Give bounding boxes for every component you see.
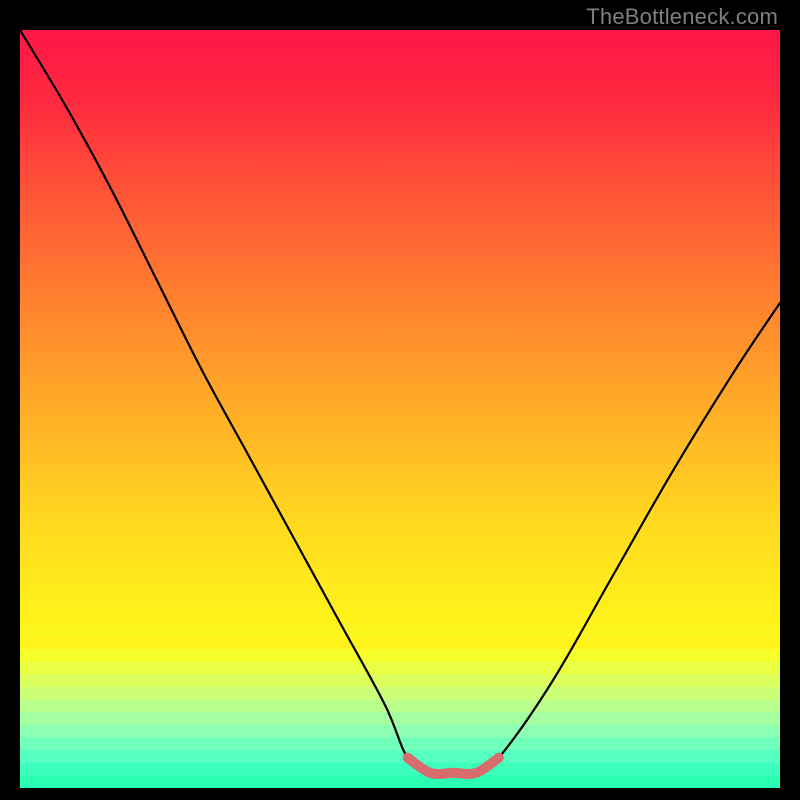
- chart-svg: [20, 30, 780, 788]
- bottom-bands: [20, 636, 780, 788]
- watermark-text: TheBottleneck.com: [586, 4, 778, 30]
- chart-frame: [20, 30, 780, 788]
